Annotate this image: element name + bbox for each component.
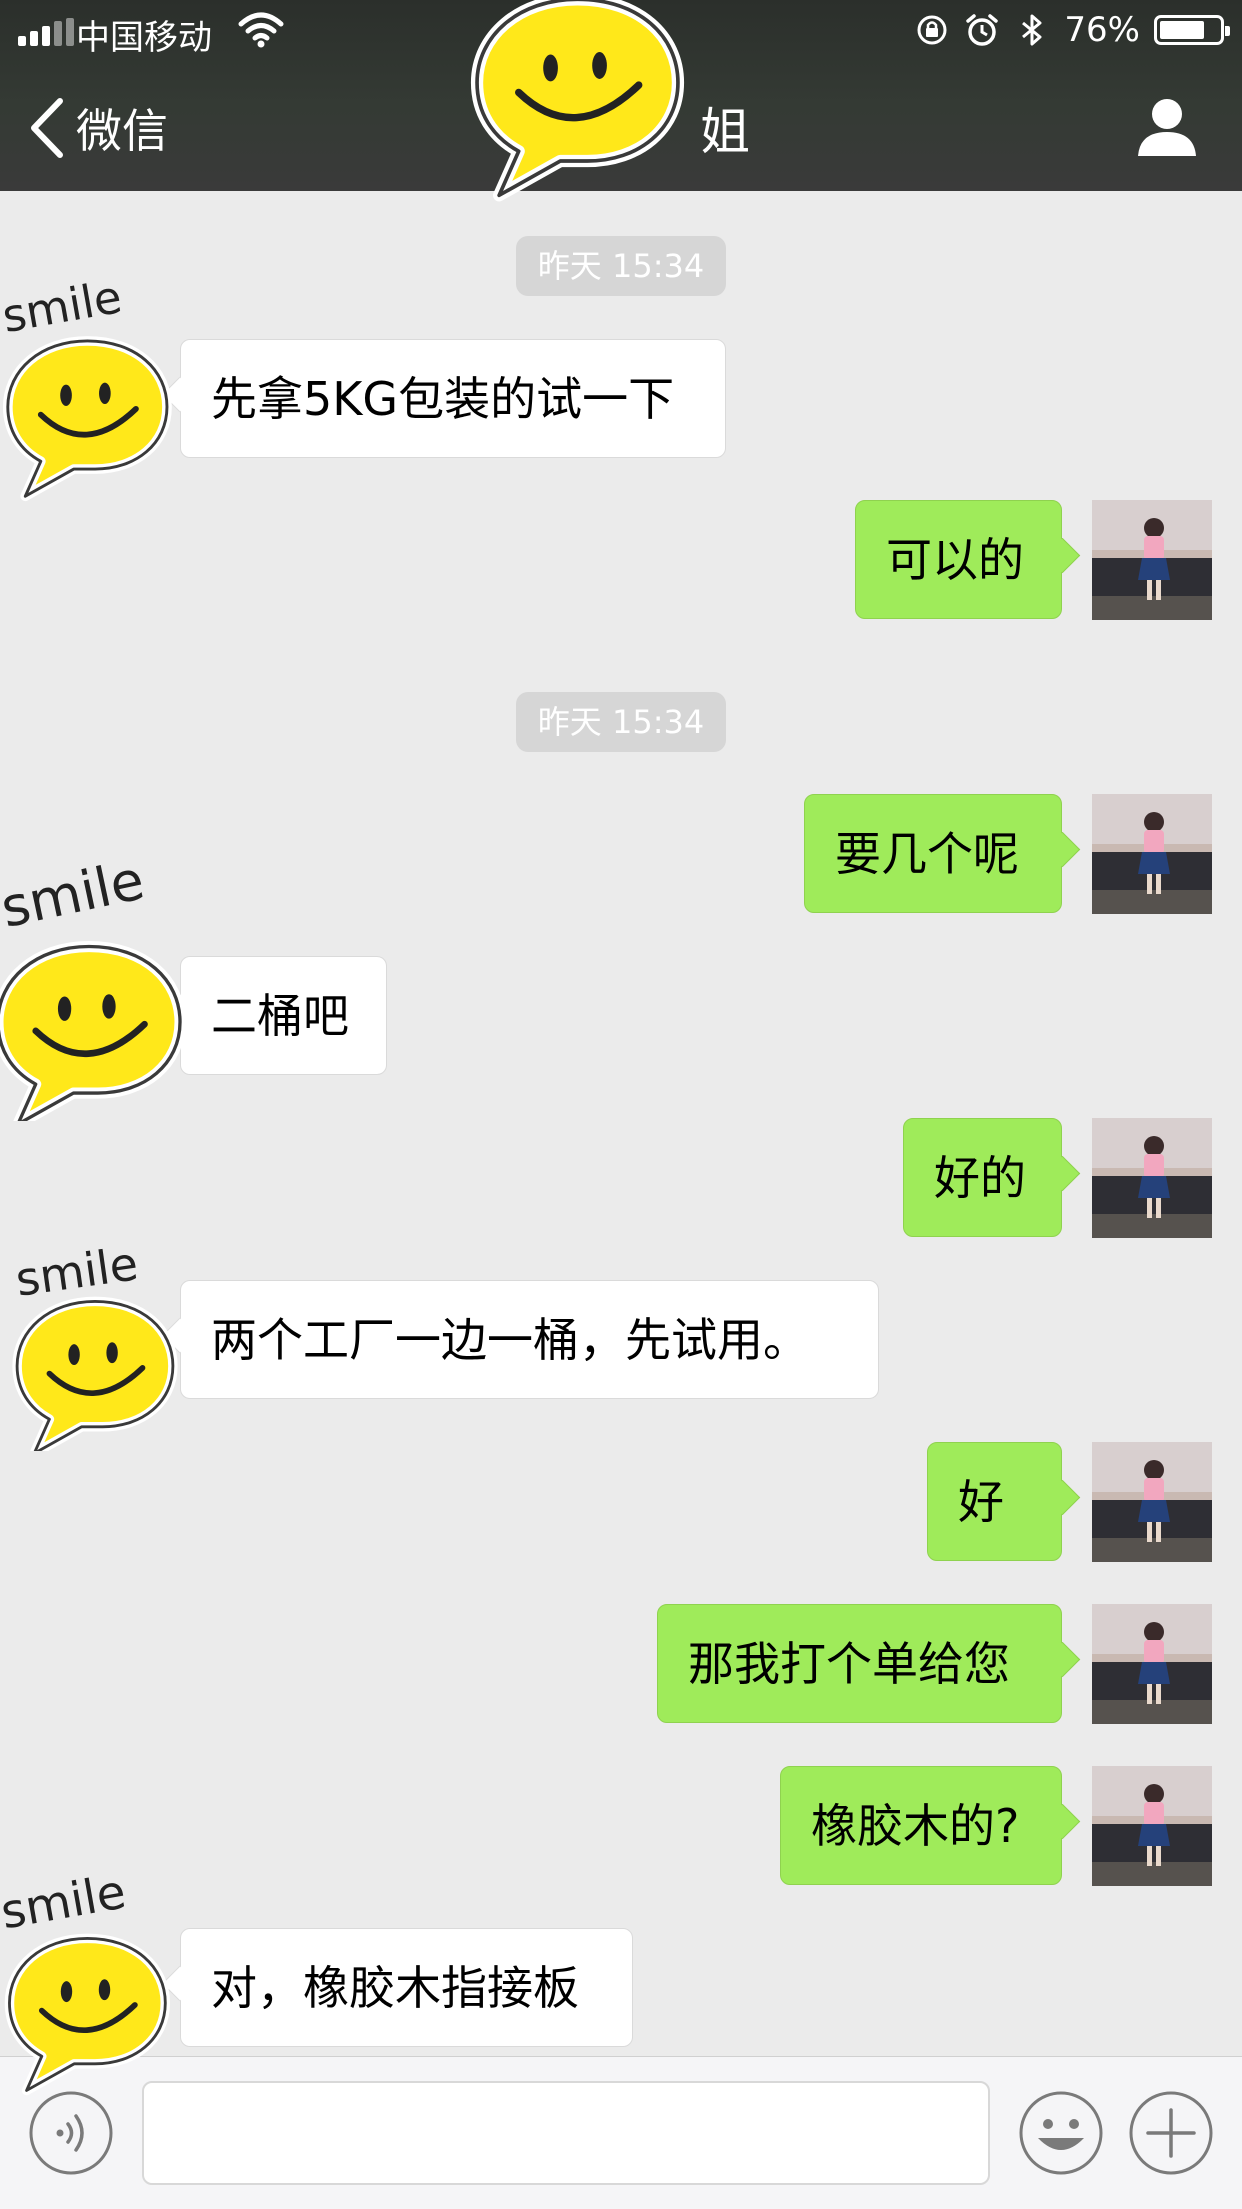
message-bubble-outgoing[interactable]: 那我打个单给您: [657, 1604, 1062, 1723]
voice-input-icon[interactable]: [28, 2090, 114, 2176]
battery-percent: 76%: [1064, 10, 1140, 50]
avatar-photo: [1092, 1766, 1212, 1886]
sticker-text: smile: [12, 1236, 141, 1307]
smiley-sticker: [435, 0, 720, 245]
back-label: 微信: [76, 104, 168, 158]
avatar[interactable]: [1092, 1442, 1212, 1562]
message-bubble-incoming[interactable]: 对，橡胶木指接板: [180, 1928, 633, 2047]
sticker-text: smile: [0, 1865, 130, 1941]
wifi-icon: [238, 12, 284, 48]
smiley-sticker: smile: [0, 270, 185, 504]
back-button[interactable]: 微信: [28, 95, 168, 161]
input-bar: [0, 2056, 1242, 2209]
avatar-photo: [1092, 1604, 1212, 1724]
message-list[interactable]: 昨天 15:34 smile 先拿5KG包装的试一下 可以的 昨天 15:34 …: [0, 191, 1242, 2056]
avatar-photo: [1092, 1118, 1212, 1238]
rotation-lock-icon: [917, 15, 947, 45]
message-bubble-outgoing[interactable]: 橡胶木的?: [780, 1766, 1062, 1885]
message-bubble-outgoing[interactable]: 好的: [903, 1118, 1062, 1237]
timestamp: 昨天 15:34: [516, 236, 726, 296]
avatar[interactable]: [1092, 500, 1212, 620]
timestamp: 昨天 15:34: [516, 692, 726, 752]
carrier-label: 中国移动: [76, 18, 212, 58]
message-bubble-outgoing[interactable]: 可以的: [855, 500, 1062, 619]
avatar[interactable]: [1092, 1118, 1212, 1238]
sticker-text: smile: [0, 270, 126, 343]
smiley-sticker: smile: [12, 1236, 190, 1451]
message-bubble-incoming[interactable]: 两个工厂一边一桶，先试用。: [180, 1280, 879, 1399]
avatar-photo: [1092, 794, 1212, 914]
avatar[interactable]: [1092, 1766, 1212, 1886]
avatar[interactable]: [1092, 794, 1212, 914]
battery-icon: [1154, 15, 1230, 45]
avatar[interactable]: [1092, 1604, 1212, 1724]
contact-info-icon[interactable]: [1134, 96, 1200, 158]
message-bubble-outgoing[interactable]: 好: [927, 1442, 1062, 1561]
smiley-sticker: smile: [0, 848, 200, 1121]
add-more-icon[interactable]: [1128, 2090, 1214, 2176]
message-bubble-outgoing[interactable]: 要几个呢: [804, 794, 1062, 913]
message-input[interactable]: [142, 2081, 990, 2185]
message-bubble-incoming[interactable]: 先拿5KG包装的试一下: [180, 339, 726, 458]
avatar-photo: [1092, 500, 1212, 620]
bluetooth-icon: [1022, 14, 1042, 46]
smiley-sticker: smile: [0, 1865, 185, 2096]
emoji-icon[interactable]: [1018, 2090, 1104, 2176]
sticker-text: smile: [0, 848, 149, 940]
alarm-icon: [966, 14, 999, 46]
message-bubble-incoming[interactable]: 二桶吧: [180, 956, 387, 1075]
avatar-photo: [1092, 1442, 1212, 1562]
chevron-left-icon: [31, 98, 63, 158]
